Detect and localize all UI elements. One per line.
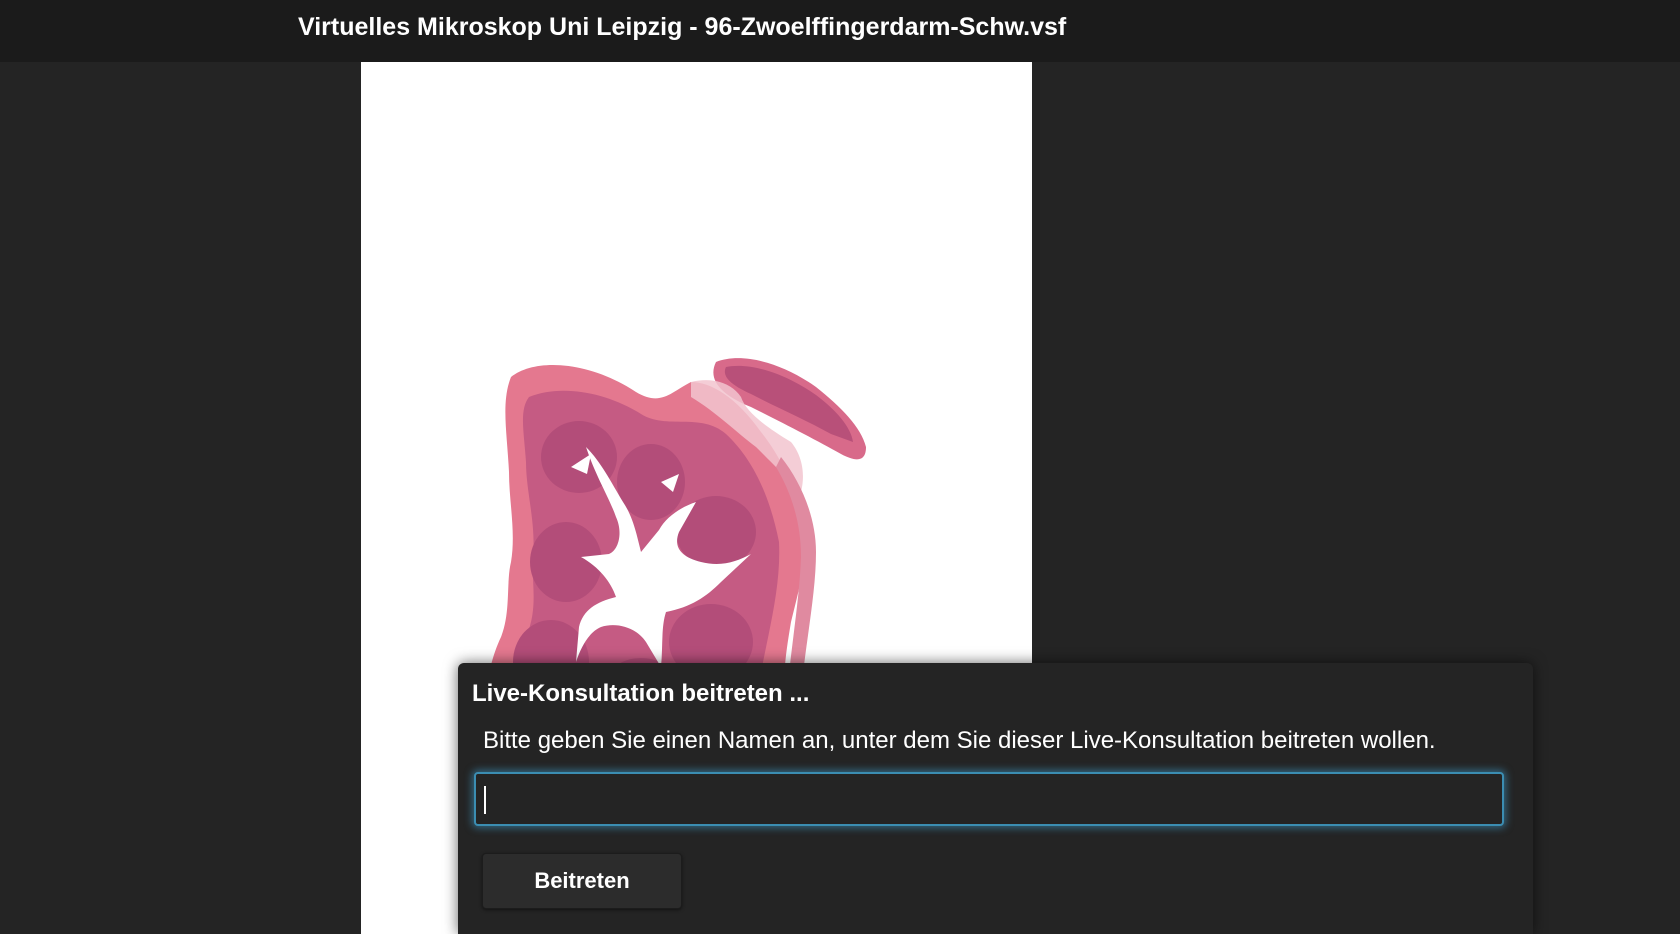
live-consultation-dialog: Live-Konsultation beitreten ... Bitte ge… (458, 663, 1533, 934)
name-input[interactable] (474, 772, 1504, 826)
page-title: Virtuelles Mikroskop Uni Leipzig - 96-Zw… (298, 13, 1067, 41)
join-button[interactable]: Beitreten (482, 853, 682, 909)
app-header: Virtuelles Mikroskop Uni Leipzig - 96-Zw… (0, 0, 1680, 62)
dialog-message: Bitte geben Sie einen Namen an, unter de… (483, 727, 1436, 754)
text-caret (484, 786, 486, 814)
dialog-title: Live-Konsultation beitreten ... (472, 680, 810, 707)
